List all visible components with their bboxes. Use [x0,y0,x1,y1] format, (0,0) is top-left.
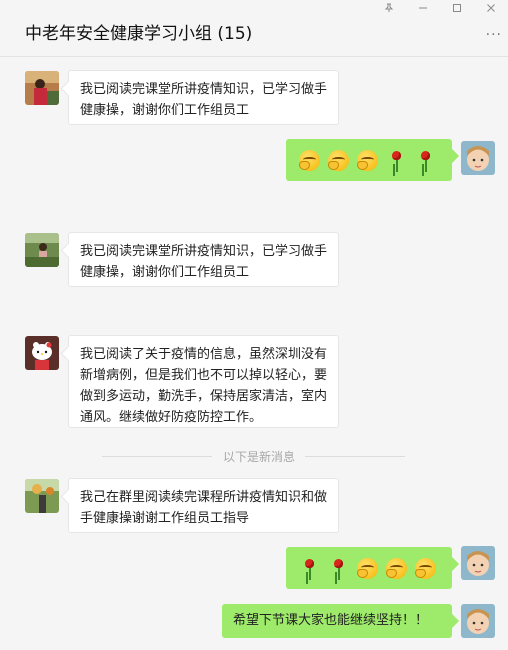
window-controls [372,0,508,16]
avatar-hello-kitty[interactable] [25,336,59,370]
avatar-person-1[interactable] [25,71,59,105]
title-bar: 中老年安全健康学习小组 (15) ··· [0,0,508,57]
message-text: 我己在群里阅读续完课程所讲疫情知识和做手健康操谢谢工作组员工指导 [80,490,328,526]
smirk-emoji-icon [357,150,378,171]
avatar-person-2[interactable] [25,233,59,267]
message-bubble[interactable]: 希望下节课大家也能继续坚持！！ [222,604,452,638]
divider-text: 以下是新消息 [222,450,295,464]
message-text: 我已阅读完课堂所讲疫情知识，已学习做手健康操，谢谢你们工作组员工 [80,82,328,118]
emoji-row [297,555,442,582]
message-bubble[interactable]: 我已阅读完课堂所讲疫情知识，已学习做手健康操，谢谢你们工作组员工 [68,70,339,125]
message-text: 我已阅读完课堂所讲疫情知识，已学习做手健康操，谢谢你们工作组员工 [80,244,328,280]
pin-icon[interactable] [372,0,406,16]
message-bubble[interactable]: 我己在群里阅读续完课程所讲疫情知识和做手健康操谢谢工作组员工指导 [68,478,339,533]
divider-line-right [305,456,405,457]
avatar-self[interactable] [461,546,495,580]
message-bubble[interactable] [286,547,452,589]
avatar-self[interactable] [461,604,495,638]
chat-message-area[interactable]: 我已阅读完课堂所讲疫情知识，已学习做手健康操，谢谢你们工作组员工 我已阅读完课堂… [0,57,508,650]
rose-emoji-icon [328,557,349,581]
rose-emoji-icon [415,149,436,173]
message-text: 希望下节课大家也能继续坚持！！ [233,613,429,628]
message-bubble[interactable]: 我已阅读了关于疫情的信息，虽然深圳没有新增病例，但是我们也不可以掉以轻心，要做到… [68,335,339,428]
new-messages-divider: 以下是新消息 [0,448,508,464]
smirk-emoji-icon [415,558,436,579]
smirk-emoji-icon [357,558,378,579]
maximize-icon[interactable] [440,0,474,16]
avatar-self[interactable] [461,141,495,175]
chat-title: 中老年安全健康学习小组 (15) [25,24,253,44]
rose-emoji-icon [386,149,407,173]
smirk-emoji-icon [386,558,407,579]
message-text: 我已阅读了关于疫情的信息，虽然深圳没有新增病例，但是我们也不可以掉以轻心，要做到… [80,347,328,425]
smirk-emoji-icon [328,150,349,171]
avatar-person-3[interactable] [25,479,59,513]
message-bubble[interactable]: 我已阅读完课堂所讲疫情知识，已学习做手健康操，谢谢你们工作组员工 [68,232,339,287]
close-icon[interactable] [474,0,508,16]
emoji-row [297,147,442,174]
minimize-icon[interactable] [406,0,440,16]
smirk-emoji-icon [299,150,320,171]
message-bubble[interactable] [286,139,452,181]
more-options-button[interactable]: ··· [486,27,502,43]
rose-emoji-icon [299,557,320,581]
